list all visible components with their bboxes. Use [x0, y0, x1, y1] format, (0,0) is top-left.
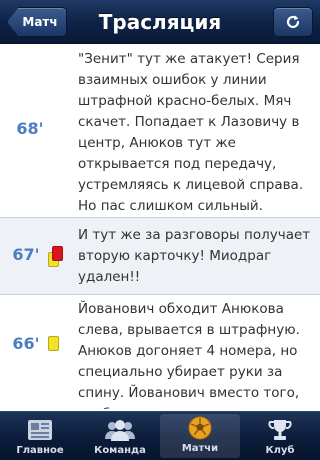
trophy-icon	[268, 420, 292, 440]
tab-matches[interactable]: Матчи	[160, 414, 240, 458]
red-card-icon	[52, 246, 63, 261]
event-text: Йованович обходит Анюкова слева, врывает…	[78, 301, 300, 409]
event-text: И тут же за разговоры получает вторую ка…	[78, 227, 311, 285]
event-row: 67' И тут же за разговоры получает втору…	[0, 218, 320, 295]
tab-main[interactable]: Главное	[0, 412, 80, 460]
page-title: Трасляция	[98, 10, 222, 34]
tab-team[interactable]: Команда	[80, 412, 160, 460]
newspaper-icon	[28, 420, 52, 440]
team-icon	[105, 420, 135, 441]
tab-label: Матчи	[181, 443, 219, 454]
event-row: 66' Йованович обходит Анюкова слева, вры…	[0, 295, 320, 409]
tab-label: Команда	[94, 445, 146, 456]
event-text: "Зенит" тут же атакует! Серия взаимных о…	[78, 51, 304, 214]
event-minute: 66'	[12, 334, 40, 353]
event-row: 68' "Зенит" тут же атакует! Серия взаимн…	[0, 45, 320, 218]
event-minute: 67'	[12, 245, 40, 264]
tab-club[interactable]: Клуб	[240, 412, 320, 460]
tab-label: Клуб	[265, 445, 295, 456]
yellow-card-icon	[48, 336, 59, 351]
navigation-bar: Матч Трасляция	[0, 0, 320, 44]
tab-label: Главное	[16, 445, 64, 456]
event-minute: 68'	[16, 119, 44, 138]
tab-bar: Главное Команда Матчи Клуб	[0, 411, 320, 460]
back-button[interactable]: Матч	[7, 7, 67, 37]
broadcast-feed[interactable]: 68' "Зенит" тут же атакует! Серия взаимн…	[0, 45, 320, 409]
ball-icon	[188, 416, 212, 440]
refresh-button[interactable]	[273, 7, 313, 37]
refresh-icon	[286, 15, 300, 29]
